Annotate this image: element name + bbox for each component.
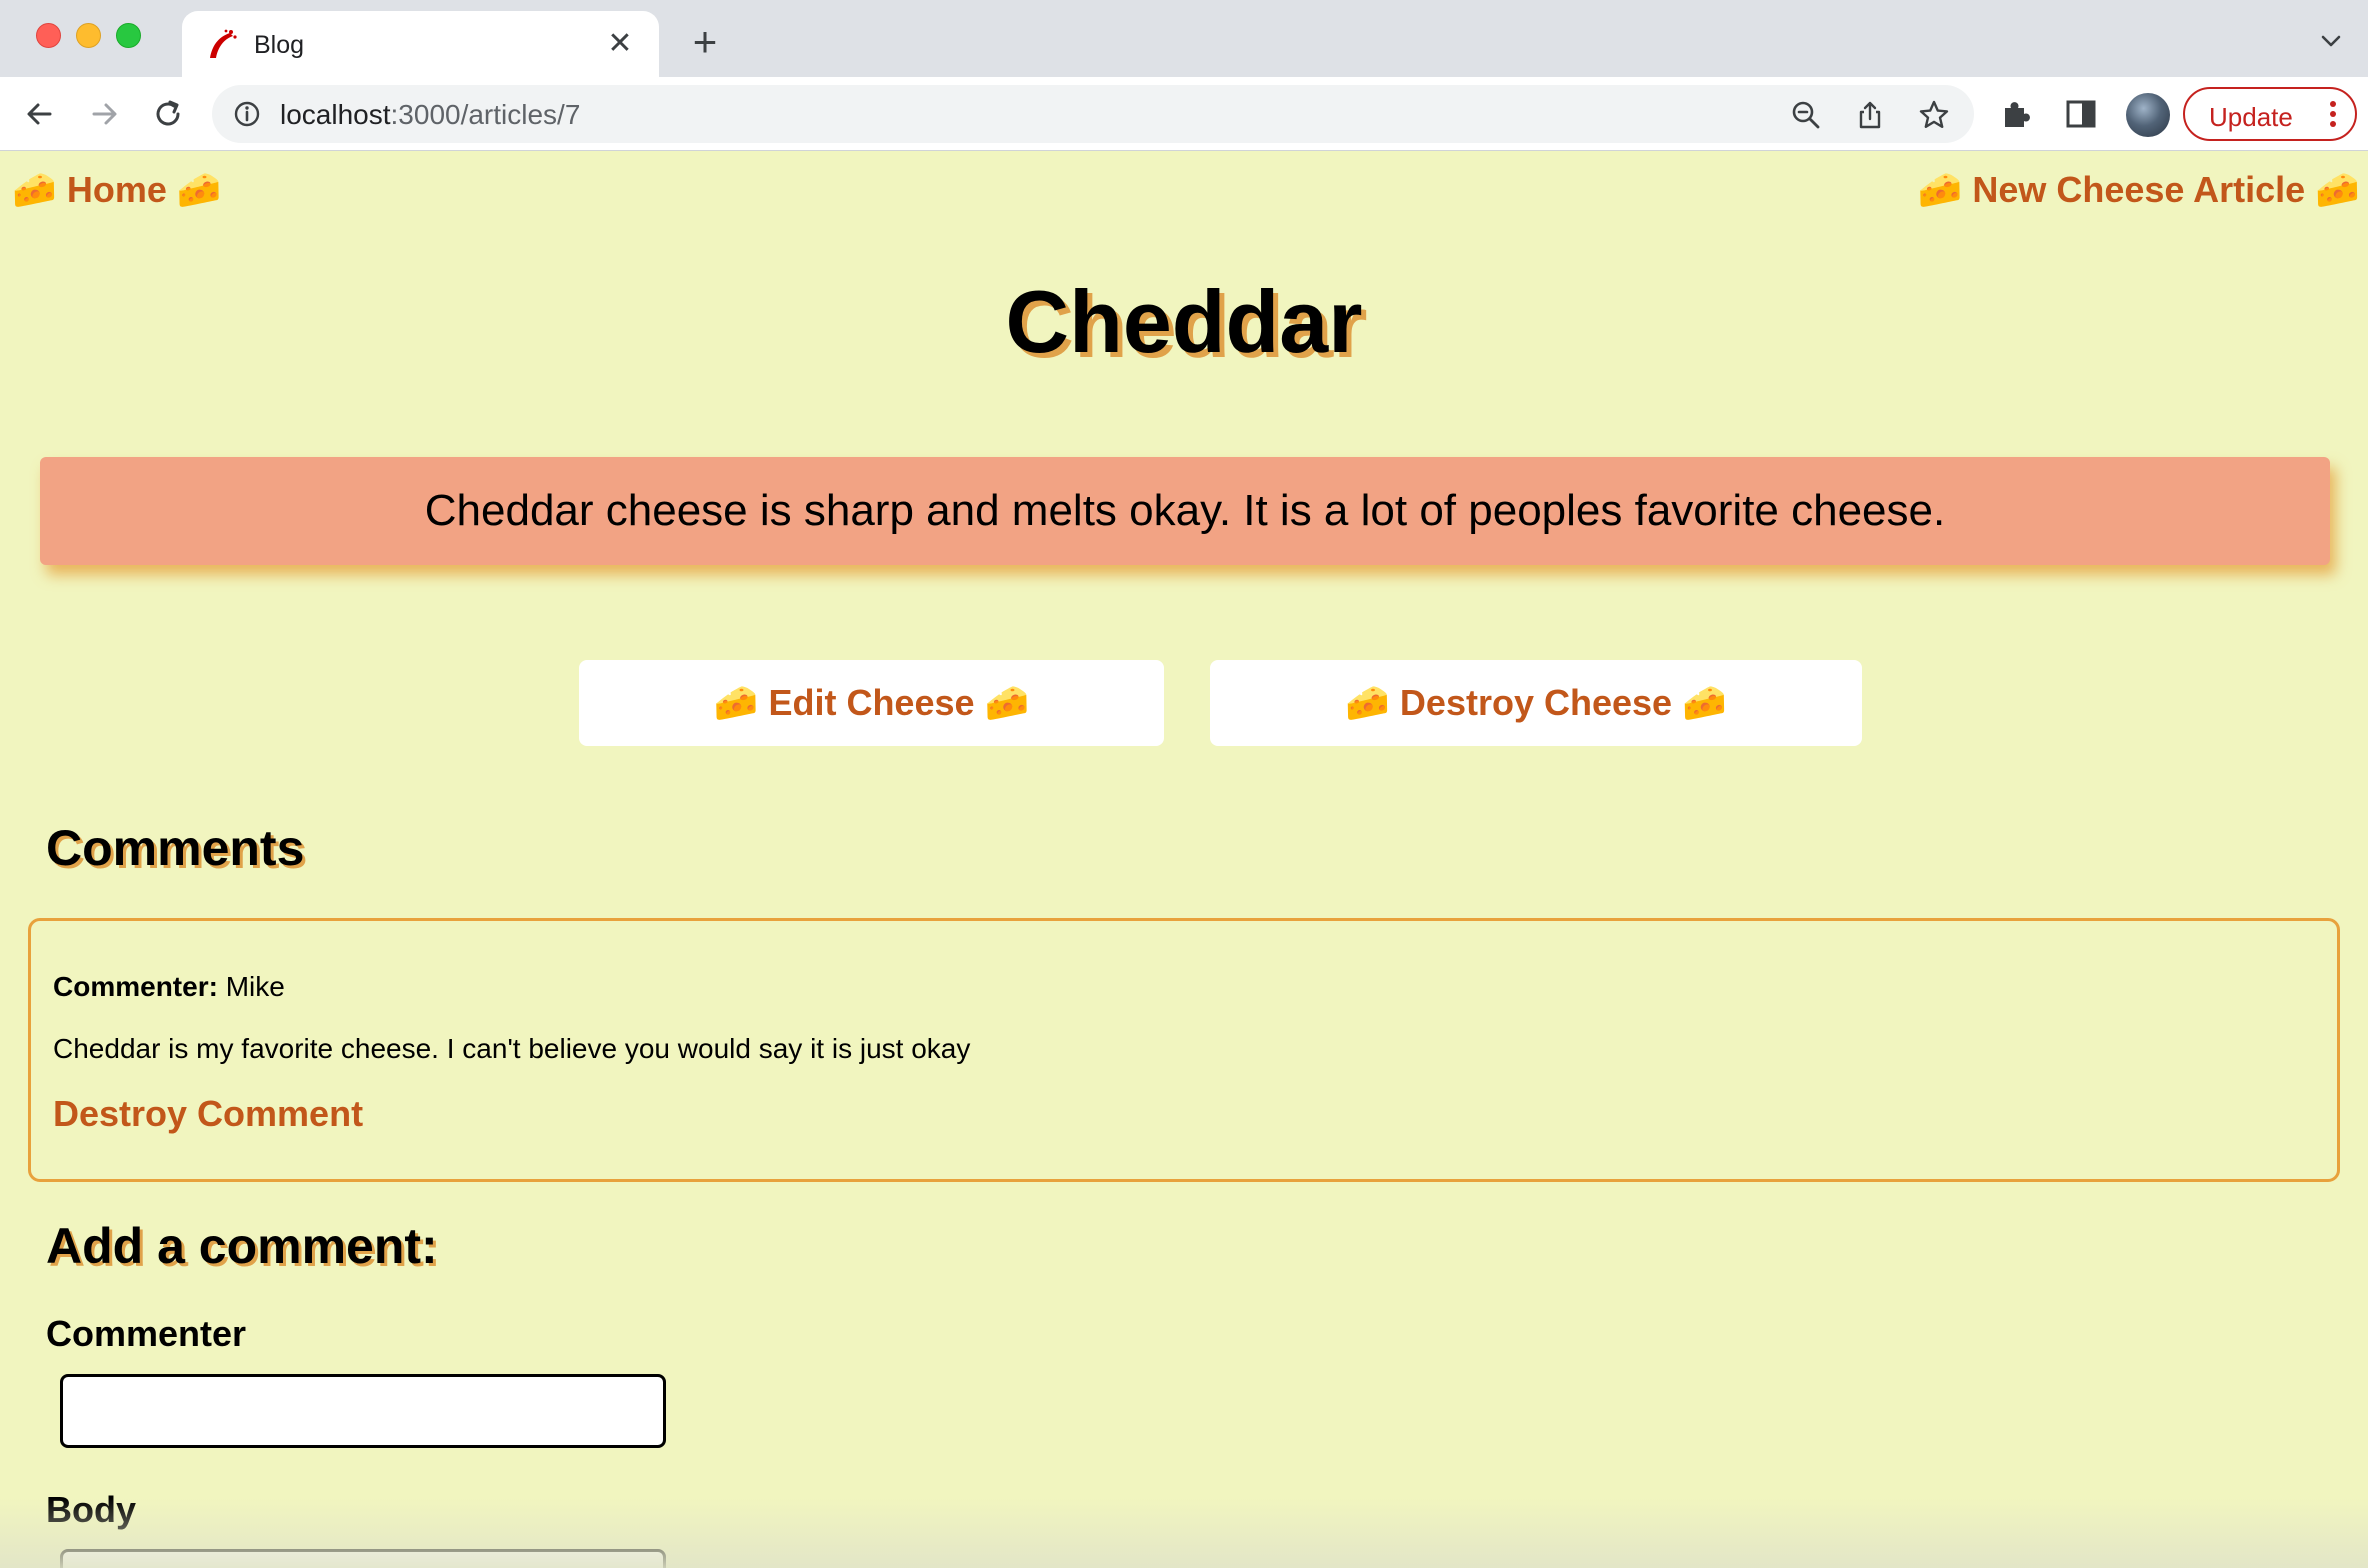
destroy-comment-link[interactable]: Destroy Comment <box>53 1093 363 1135</box>
comment-commenter: Commenter: Mike <box>53 971 285 1003</box>
new-tab-button[interactable]: + <box>685 21 725 63</box>
article-title: Cheddar <box>1005 272 1363 371</box>
maximize-window-button[interactable] <box>116 23 141 48</box>
minimize-window-button[interactable] <box>76 23 101 48</box>
browser-toolbar: localhost:3000/articles/7 Update <box>0 77 2368 151</box>
destroy-cheese-button[interactable]: 🧀 Destroy Cheese 🧀 <box>1210 660 1862 746</box>
share-icon[interactable] <box>1854 99 1886 131</box>
commenter-input[interactable] <box>60 1374 666 1448</box>
cheese-icon: 🧀 <box>176 169 222 210</box>
tab-list-chevron-icon[interactable] <box>2316 26 2346 56</box>
reload-icon[interactable] <box>148 94 188 134</box>
url-text: localhost:3000/articles/7 <box>280 99 580 131</box>
comment-body: Cheddar is my favorite cheese. I can't b… <box>53 1033 971 1064</box>
update-button[interactable]: Update <box>2183 87 2357 141</box>
tab-title: Blog <box>254 31 305 59</box>
article-body: Cheddar cheese is sharp and melts okay. … <box>40 457 2330 565</box>
side-panel-icon[interactable] <box>2064 97 2098 131</box>
back-arrow-icon[interactable] <box>20 94 60 134</box>
edit-cheese-button[interactable]: 🧀 Edit Cheese 🧀 <box>579 660 1164 746</box>
tab-close-icon[interactable]: ✕ <box>603 27 637 61</box>
close-window-button[interactable] <box>36 23 61 48</box>
more-menu-icon[interactable] <box>2329 99 2337 129</box>
cheese-icon: 🧀 <box>1917 169 1963 210</box>
info-icon[interactable] <box>232 99 262 129</box>
browser-tab-bar: Blog ✕ + <box>0 0 2368 77</box>
new-article-link-label: New Cheese Article <box>1972 169 2306 210</box>
cheese-icon: 🧀 <box>2315 169 2360 210</box>
body-textarea[interactable] <box>60 1549 666 1568</box>
url-path: :3000/articles/7 <box>390 99 581 130</box>
commenter-field-label: Commenter <box>46 1313 247 1354</box>
forward-arrow-icon[interactable] <box>84 94 124 134</box>
update-label: Update <box>2209 102 2293 132</box>
url-host: localhost <box>280 99 391 130</box>
page-content: 🧀 Home 🧀 🧀 New Cheese Article 🧀 Cheddar … <box>0 151 2368 1568</box>
commenter-name: Mike <box>225 971 285 1002</box>
bookmark-star-icon[interactable] <box>1918 99 1950 131</box>
add-comment-heading: Add a comment: <box>46 1218 438 1274</box>
zoom-icon[interactable] <box>1790 99 1822 131</box>
cheese-icon: 🧀 <box>12 169 57 210</box>
extensions-icon[interactable] <box>1999 97 2033 131</box>
browser-tab-active[interactable]: Blog ✕ <box>182 11 659 77</box>
body-field-label: Body <box>46 1489 136 1530</box>
commenter-label: Commenter: <box>53 971 218 1002</box>
comments-heading: Comments <box>46 820 305 876</box>
address-bar[interactable]: localhost:3000/articles/7 <box>212 85 1974 143</box>
rails-favicon-icon <box>210 29 237 58</box>
home-link-label: Home <box>66 169 167 210</box>
profile-avatar[interactable] <box>2126 93 2170 137</box>
comment-card: Commenter: Mike Cheddar is my favorite c… <box>28 918 2340 1182</box>
home-link[interactable]: 🧀 Home 🧀 <box>12 169 222 211</box>
new-cheese-article-link[interactable]: 🧀 New Cheese Article 🧀 <box>1918 169 2361 211</box>
